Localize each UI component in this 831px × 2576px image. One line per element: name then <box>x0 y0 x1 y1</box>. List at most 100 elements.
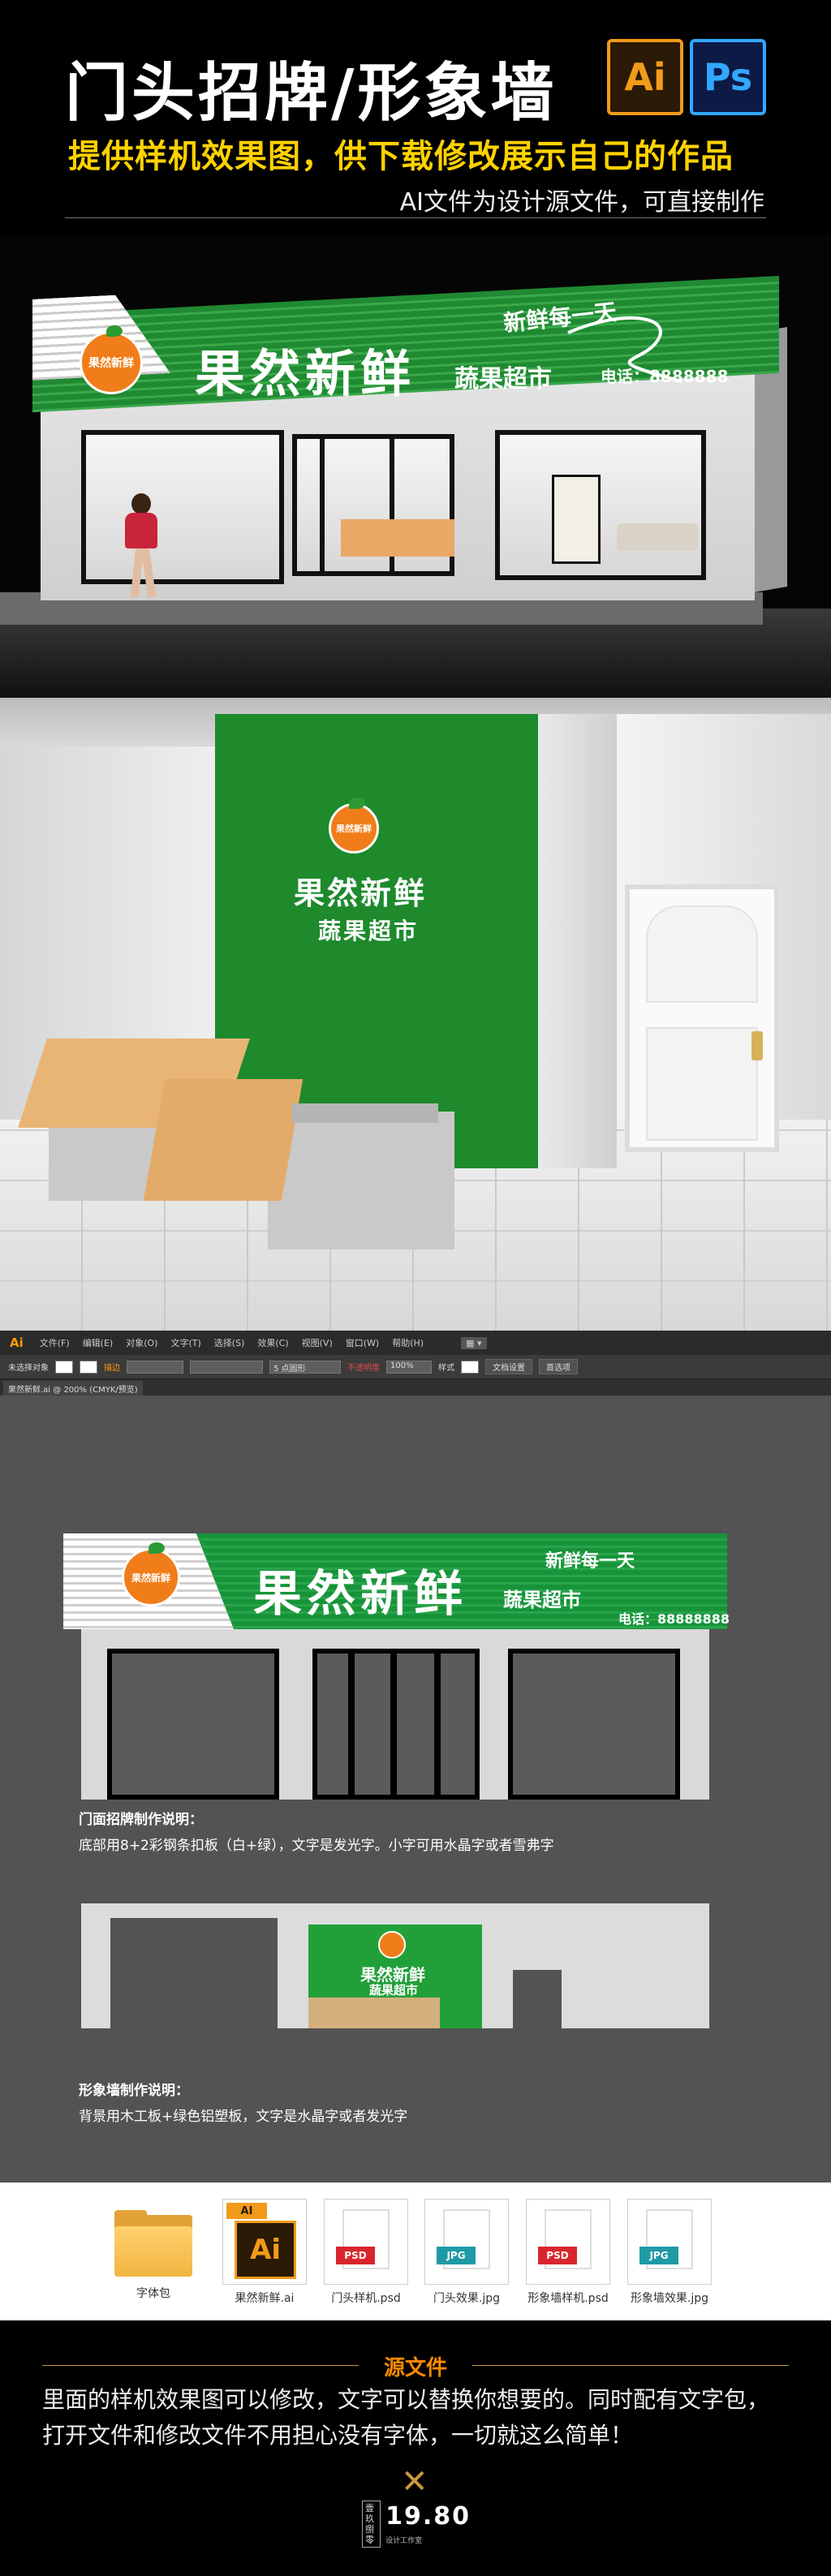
desk-wood-front <box>143 1079 304 1201</box>
white-door <box>625 884 779 1152</box>
menu-edit[interactable]: 编辑(E) <box>83 1336 114 1349</box>
file-item-psd-1[interactable]: PSD 门头样机.psd <box>321 2199 411 2306</box>
logo-subtitle: 设计工作室 <box>385 2537 423 2545</box>
storefront-render: 果然新鲜 果然新鲜 蔬果超市 新鲜每一天 电话：8888888 <box>0 235 831 698</box>
logo-text: 果然新鲜 <box>336 824 372 834</box>
file-item-ai[interactable]: AI Ai 果然新鲜.ai <box>220 2199 309 2306</box>
footer-line-2: 打开文件和修改文件不用担心没有字体，一切就这么简单！ <box>42 2422 634 2449</box>
doc-settings-button[interactable]: 文档设置 <box>485 1359 532 1374</box>
footer-title: 源文件 <box>383 2356 447 2380</box>
shop-window-left <box>81 430 284 584</box>
footer-line-1: 里面的样机效果图可以修改，文字可以替换你想要的。同时配有文字包， <box>42 2386 770 2413</box>
header-banner: 门头招牌/形象墙 Ai Ps 提供样机效果图，供下载修改展示自己的作品 AI文件… <box>0 0 831 235</box>
reception-desk <box>341 519 454 557</box>
variable-width[interactable] <box>190 1360 263 1374</box>
ai-file-icon: AI Ai <box>222 2199 307 2285</box>
menu-view[interactable]: 视图(V) <box>302 1336 333 1349</box>
page-title: 门头招牌/形象墙 <box>65 57 558 130</box>
style-label[interactable]: 样式 <box>438 1361 454 1373</box>
sofa <box>617 523 698 551</box>
wall-brand: 果然新鲜 <box>294 875 428 911</box>
leaf-icon <box>149 1542 165 1554</box>
door-panel <box>646 905 758 1003</box>
workspace-switcher[interactable]: ▦ ▾ <box>461 1336 487 1349</box>
flat-slogan: 新鲜每一天 <box>545 1551 635 1572</box>
file-item-jpg-1[interactable]: JPG 门头效果.jpg <box>422 2199 511 2306</box>
orange-logo: 果然新鲜 <box>329 798 379 854</box>
flat-brand: 果然新鲜 <box>253 1566 467 1623</box>
stroke-swatch[interactable] <box>80 1360 97 1374</box>
file-label: 门头样机.psd <box>331 2292 401 2305</box>
logo-number: 19.80 <box>385 2502 471 2531</box>
logo-text: 果然新鲜 <box>131 1572 170 1584</box>
file-list: 字体包 AI Ai 果然新鲜.ai PSD 门头样机.psd JPG 门头效果.… <box>0 2183 831 2320</box>
menu-effect[interactable]: 效果(C) <box>257 1336 288 1349</box>
file-label: 门头效果.jpg <box>433 2292 501 2305</box>
jpg-file-icon: JPG <box>424 2199 509 2285</box>
footer: 源文件 里面的样机效果图可以修改，文字可以替换你想要的。同时配有文字包， 打开文… <box>0 2320 831 2576</box>
pillar <box>538 714 617 1168</box>
jpg-file-icon: JPG <box>627 2199 712 2285</box>
stroke-label[interactable]: 描边 <box>104 1361 120 1373</box>
logo-text: 果然新鲜 <box>88 357 134 370</box>
image-wall-render: 果然新鲜 果然新鲜 蔬果超市 <box>0 698 831 1331</box>
preferences-button[interactable]: 首选项 <box>539 1359 578 1374</box>
caption-sign-title: 门面招牌制作说明： <box>79 1812 203 1828</box>
flat-doors <box>312 1649 480 1800</box>
file-item-psd-2[interactable]: PSD 形象墙样机.psd <box>523 2199 613 2306</box>
caption-sign-text: 底部用8+2彩钢条扣板（白+绿），文字是发光字。小字可用水晶字或者雪弗字 <box>79 1838 554 1854</box>
flat-phone: 电话：88888888 <box>618 1611 730 1627</box>
file-item-jpg-2[interactable]: JPG 形象墙效果.jpg <box>625 2199 714 2306</box>
flat-desk <box>308 1998 440 2028</box>
flat-category: 蔬果超市 <box>503 1589 581 1611</box>
photoshop-icon: Ps <box>690 39 766 115</box>
door-handle <box>751 1031 763 1060</box>
desk-base <box>268 1112 454 1249</box>
orange-logo: 果然新鲜 <box>80 325 143 394</box>
flat-window-left <box>107 1649 279 1800</box>
studio-logo: 壹玖捌零 19.80 设计工作室 <box>362 2501 471 2548</box>
file-item-fonts[interactable]: 字体包 <box>109 2199 198 2301</box>
wall-opening <box>110 1918 278 2028</box>
sign-brand: 果然新鲜 <box>195 344 416 403</box>
swirl-decoration <box>567 316 682 383</box>
menu-type[interactable]: 文字(T) <box>170 1336 200 1349</box>
fill-swatch[interactable] <box>55 1360 73 1374</box>
shop-window-right <box>495 430 706 580</box>
interior-door <box>552 475 601 564</box>
leaf-icon <box>349 798 365 809</box>
psd-file-icon: PSD <box>526 2199 610 2285</box>
sign-category: 蔬果超市 <box>454 365 552 393</box>
menu-help[interactable]: 帮助(H) <box>392 1336 424 1349</box>
caption-wall-title: 形象墙制作说明： <box>79 2083 189 2099</box>
selection-status: 未选择对象 <box>8 1364 49 1373</box>
psd-file-icon: PSD <box>324 2199 408 2285</box>
header-note: AI文件为设计源文件，可直接制作 <box>399 188 764 217</box>
file-label: 果然新鲜.ai <box>235 2292 295 2305</box>
orange-logo <box>378 1931 406 1959</box>
caption-wall-text: 背景用木工板+绿色铝塑板，文字是水晶字或者发光字 <box>79 2109 408 2125</box>
page-subtitle: 提供样机效果图，供下载修改展示自己的作品 <box>68 138 734 175</box>
person-body <box>125 513 157 548</box>
menu-select[interactable]: 选择(S) <box>214 1336 245 1349</box>
desk-counter <box>292 1103 438 1123</box>
opacity-label[interactable]: 不透明度 <box>347 1361 380 1373</box>
style-swatch[interactable] <box>461 1360 479 1374</box>
flat-window-right <box>508 1649 680 1800</box>
document-tab[interactable]: 果然新鲜.ai @ 200% (CMYK/预览) <box>3 1381 143 1396</box>
orange-logo: 果然新鲜 <box>122 1542 180 1606</box>
stroke-weight[interactable] <box>127 1360 183 1374</box>
cross-icon: ✕ <box>401 2463 428 2501</box>
opacity-input[interactable]: 100% <box>386 1360 432 1374</box>
document-tabs: 果然新鲜.ai @ 200% (CMYK/预览) <box>0 1379 831 1396</box>
artboard-canvas[interactable]: 果然新鲜 果然新鲜 新鲜每一天 蔬果超市 电话：88888888 门面招牌制作说… <box>0 1396 831 2183</box>
file-label: 形象墙效果.jpg <box>630 2292 709 2305</box>
divider <box>65 217 766 218</box>
menu-file[interactable]: 文件(F) <box>40 1336 70 1349</box>
app-logo: Ai <box>10 1335 24 1350</box>
menu-window[interactable]: 窗口(W) <box>346 1336 379 1349</box>
file-label: 形象墙样机.psd <box>527 2292 609 2305</box>
door-frame-left <box>292 434 325 576</box>
brush-select[interactable]: 5 点圆形 <box>269 1360 341 1374</box>
menu-object[interactable]: 对象(O) <box>126 1336 157 1349</box>
